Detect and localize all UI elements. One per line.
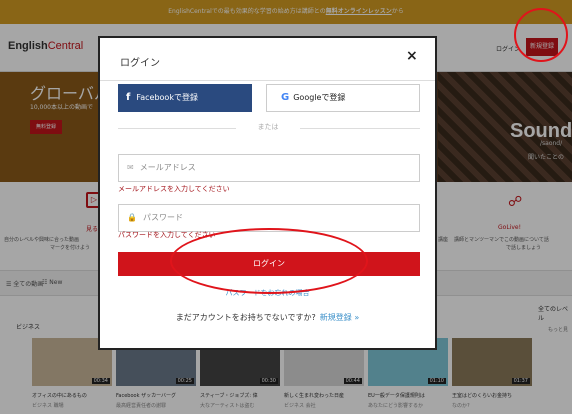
login-modal: ログイン × f Facebookで登録 G Googleで登録 または ✉ メールア… (98, 36, 437, 350)
google-signup-button[interactable]: G Googleで登録 (266, 84, 420, 112)
annotation-circle-login (170, 228, 368, 294)
modal-title: ログイン (120, 58, 160, 69)
signup-link[interactable]: 新規登録 » (320, 313, 359, 322)
lock-icon: 🔒 (127, 213, 137, 222)
email-field[interactable]: ✉ メールアドレス (118, 154, 420, 182)
facebook-label: Facebookで登録 (136, 93, 198, 102)
facebook-signup-button[interactable]: f Facebookで登録 (118, 84, 252, 112)
or-divider-text: または (236, 122, 300, 132)
modal-divider (100, 80, 435, 81)
mail-icon: ✉ (127, 163, 134, 172)
email-error: メールアドレスを入力してください (118, 185, 230, 193)
google-label: Googleで登録 (293, 93, 346, 102)
close-icon[interactable]: × (406, 48, 418, 64)
no-account-prompt: まだアカウントをお持ちでないですか? 新規登録 » (100, 312, 435, 323)
password-placeholder: パスワード (142, 213, 183, 222)
email-placeholder: メールアドレス (139, 163, 196, 172)
google-icon: G (281, 92, 290, 103)
facebook-icon: f (126, 92, 131, 103)
no-account-text: まだアカウントをお持ちでないですか? (175, 313, 316, 322)
annotation-circle-register (514, 8, 568, 62)
